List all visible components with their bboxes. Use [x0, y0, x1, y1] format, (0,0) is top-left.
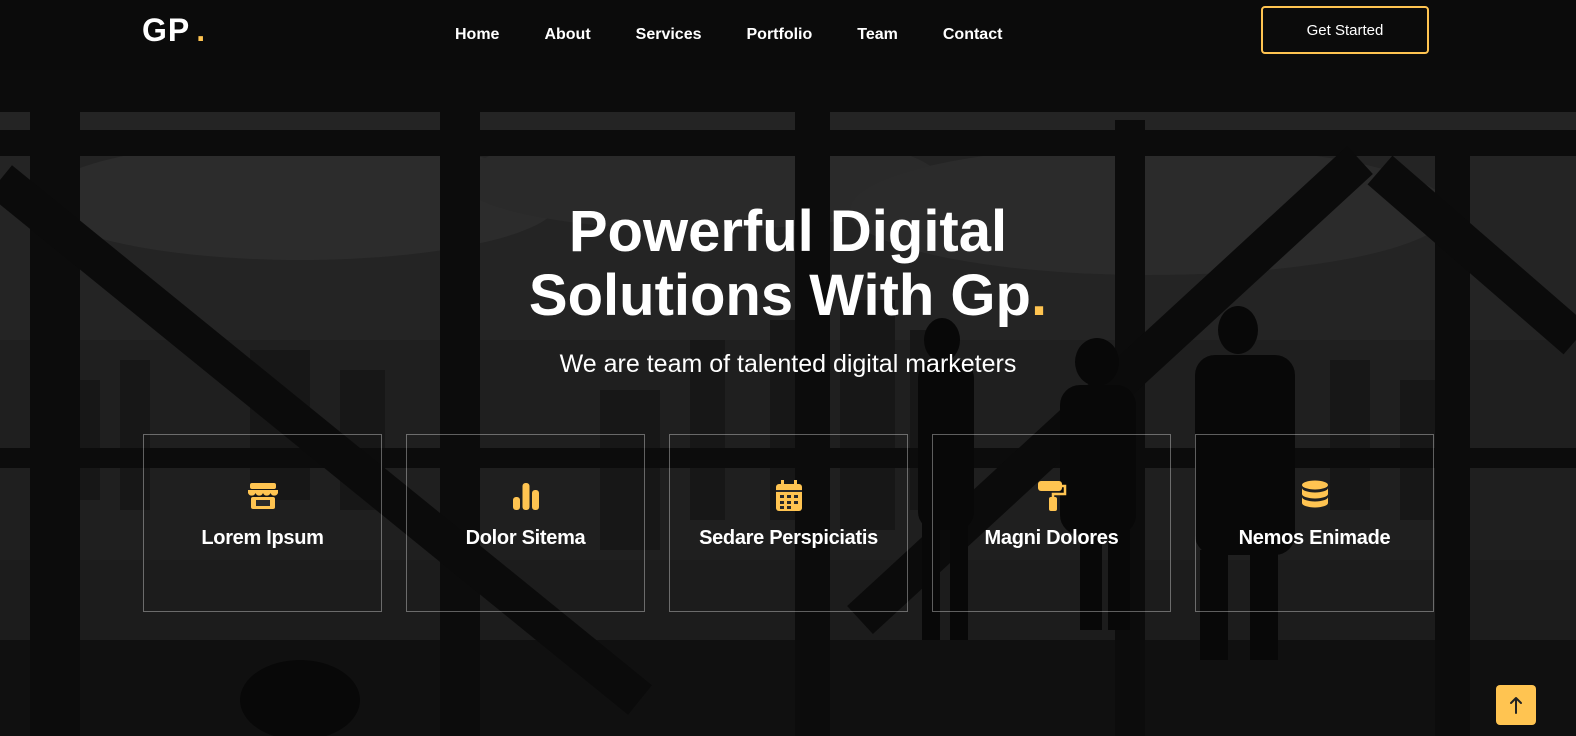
hero-title-dot: . — [1030, 263, 1048, 328]
hero-title-line2: Solutions With Gp. — [0, 264, 1576, 328]
get-started-button[interactable]: Get Started — [1261, 6, 1429, 54]
feature-card-magni-dolores[interactable]: Magni Dolores — [932, 434, 1171, 612]
feature-label: Nemos Enimade — [1238, 527, 1391, 549]
feature-label: Dolor Sitema — [465, 527, 586, 549]
back-to-top-button[interactable] — [1496, 685, 1536, 725]
feature-label: Lorem Ipsum — [201, 527, 324, 549]
hero-title-line2-text: Solutions With Gp — [528, 263, 1031, 328]
store-icon — [246, 479, 280, 513]
calendar-icon — [772, 479, 806, 513]
bar-chart-icon — [509, 479, 543, 513]
hero-title: Powerful Digital Solutions With Gp. — [0, 200, 1576, 328]
nav-item-about[interactable]: About — [544, 26, 590, 44]
feature-card-nemos-enimade[interactable]: Nemos Enimade — [1195, 434, 1434, 612]
logo-dot: . — [196, 12, 207, 48]
hero-title-line1: Powerful Digital — [568, 199, 1008, 264]
feature-card-lorem-ipsum[interactable]: Lorem Ipsum — [143, 434, 382, 612]
feature-cards: Lorem Ipsum Dolor Sitema Sedare Perspici… — [143, 434, 1434, 612]
arrow-up-icon — [1510, 697, 1522, 714]
nav-item-team[interactable]: Team — [857, 26, 898, 44]
feature-card-sedare-perspiciatis[interactable]: Sedare Perspiciatis — [669, 434, 908, 612]
logo-text: GP — [142, 12, 191, 48]
feature-card-dolor-sitema[interactable]: Dolor Sitema — [406, 434, 645, 612]
site-header: GP. Home About Services Portfolio Team C… — [0, 0, 1576, 70]
nav-item-contact[interactable]: Contact — [943, 26, 1003, 44]
main-nav: Home About Services Portfolio Team Conta… — [455, 26, 1002, 44]
hero-subtitle: We are team of talented digital marketer… — [559, 350, 1017, 378]
nav-item-portfolio[interactable]: Portfolio — [747, 26, 813, 44]
feature-label: Sedare Perspiciatis — [699, 527, 878, 549]
nav-item-services[interactable]: Services — [636, 26, 702, 44]
logo[interactable]: GP. — [142, 12, 206, 49]
feature-label: Magni Dolores — [984, 527, 1119, 549]
paint-roller-icon — [1035, 479, 1069, 513]
hero-section: GP. Home About Services Portfolio Team C… — [0, 0, 1576, 736]
nav-item-home[interactable]: Home — [455, 26, 499, 44]
database-icon — [1298, 479, 1332, 513]
